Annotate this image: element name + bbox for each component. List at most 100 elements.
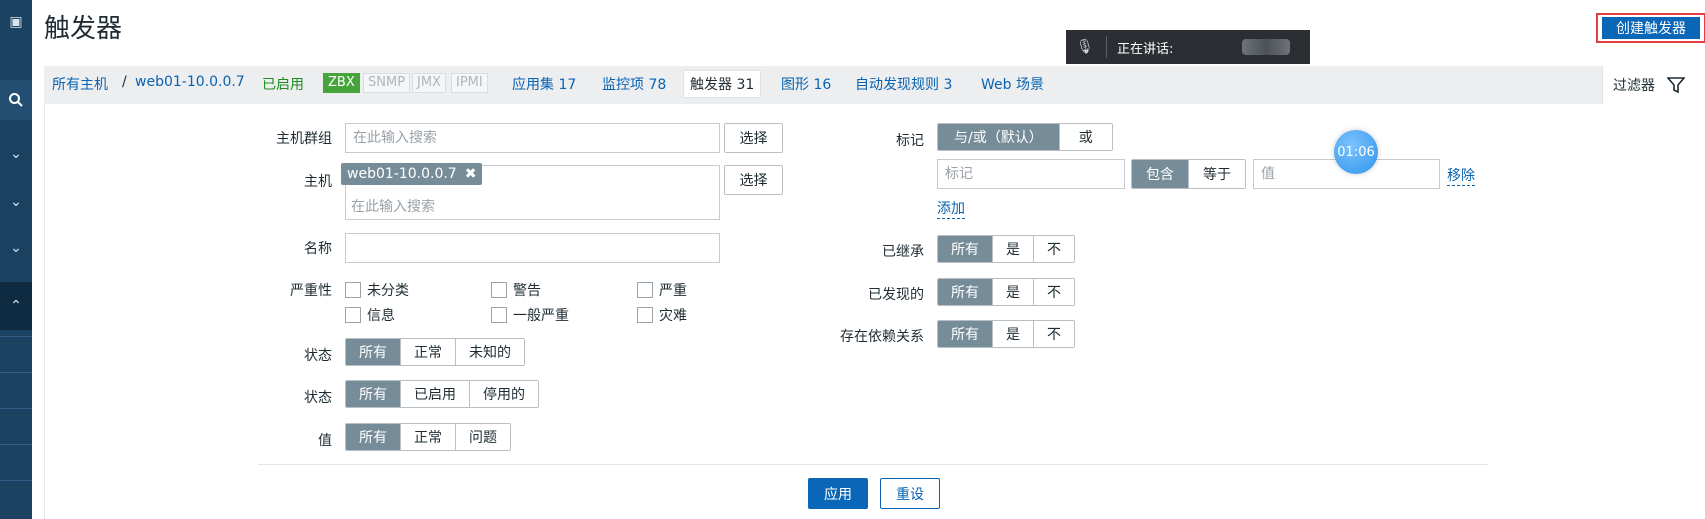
host-group-label: 主机群组 — [276, 131, 332, 147]
tag-match-equals[interactable]: 等于 — [1189, 160, 1245, 188]
host-status[interactable]: 已启用 — [262, 74, 304, 94]
reset-button[interactable]: 重设 — [880, 478, 940, 509]
tab-graphs[interactable]: 图形 16 — [781, 74, 831, 94]
dependencies-option-yes[interactable]: 是 — [993, 321, 1034, 347]
value-label: 值 — [318, 433, 332, 449]
availability-jmx: JMX — [412, 73, 446, 93]
recording-timer: 01:06 — [1334, 130, 1378, 174]
status-option-enabled[interactable]: 已启用 — [401, 381, 470, 407]
tags-operator-and-or[interactable]: 与/或（默认） — [938, 124, 1060, 150]
checkbox-label: 信息 — [367, 308, 395, 324]
tab-discovery-rules[interactable]: 自动发现规则 3 — [855, 74, 952, 94]
divider — [0, 372, 32, 373]
checkbox-label: 灾难 — [659, 308, 687, 324]
host-search-placeholder[interactable]: 在此输入搜索 — [351, 196, 435, 216]
funnel-icon — [1667, 77, 1685, 93]
chevron-down-icon[interactable]: ⌄ — [0, 134, 32, 174]
dependencies-segmented-control: 所有 是 不 — [937, 320, 1075, 348]
status-label: 状态 — [304, 390, 332, 406]
breadcrumb-host[interactable]: web01-10.0.0.7 — [135, 74, 245, 90]
page-title: 触发器 — [44, 14, 123, 44]
tab-filter[interactable]: 过滤器 — [1602, 66, 1705, 104]
value-option-ok[interactable]: 正常 — [401, 424, 456, 450]
dependencies-option-no[interactable]: 不 — [1034, 321, 1074, 347]
discovered-segmented-control: 所有 是 不 — [937, 278, 1075, 306]
inherited-option-no[interactable]: 不 — [1034, 236, 1074, 262]
name-input[interactable] — [345, 233, 720, 263]
checkbox[interactable] — [491, 307, 507, 323]
discovered-option-yes[interactable]: 是 — [993, 279, 1034, 305]
breadcrumb-all-hosts[interactable]: 所有主机 — [52, 74, 108, 94]
tag-add-link[interactable]: 添加 — [937, 198, 965, 219]
discovered-option-all[interactable]: 所有 — [938, 279, 993, 305]
inherited-segmented-control: 所有 是 不 — [937, 235, 1075, 263]
host-select-button[interactable]: 选择 — [724, 165, 783, 195]
severity-disaster[interactable]: 灾难 — [637, 305, 687, 325]
state-option-all[interactable]: 所有 — [346, 339, 401, 365]
inherited-option-yes[interactable]: 是 — [993, 236, 1034, 262]
checkbox-label: 未分类 — [367, 283, 409, 299]
name-label: 名称 — [304, 241, 332, 257]
severity-warning[interactable]: 警告 — [491, 280, 541, 300]
tag-name-input[interactable] — [937, 159, 1125, 189]
microphone-icon: 🎙 — [1076, 39, 1094, 55]
value-option-all[interactable]: 所有 — [346, 424, 401, 450]
tab-items[interactable]: 监控项 78 — [602, 74, 666, 94]
severity-high[interactable]: 严重 — [637, 280, 687, 300]
state-option-normal[interactable]: 正常 — [401, 339, 456, 365]
state-label: 状态 — [304, 348, 332, 364]
dependencies-option-all[interactable]: 所有 — [938, 321, 993, 347]
chevron-down-icon[interactable]: ⌄ — [0, 228, 32, 268]
blurred-name — [1242, 39, 1290, 55]
inherited-option-all[interactable]: 所有 — [938, 236, 993, 262]
tab-triggers[interactable]: 触发器 31 — [683, 70, 762, 98]
search-icon[interactable] — [0, 80, 32, 120]
availability-ipmi: IPMI — [451, 73, 488, 93]
status-segmented-control: 所有 已启用 停用的 — [345, 380, 539, 408]
checkbox[interactable] — [637, 282, 653, 298]
status-option-all[interactable]: 所有 — [346, 381, 401, 407]
availability-snmp: SNMP — [363, 73, 411, 93]
checkbox[interactable] — [637, 307, 653, 323]
create-trigger-button[interactable]: 创建触发器 — [1602, 17, 1700, 39]
divider — [1106, 36, 1107, 58]
filter-divider — [258, 464, 1488, 465]
speaking-label: 正在讲话: — [1117, 41, 1174, 57]
state-segmented-control: 所有 正常 未知的 — [345, 338, 525, 366]
tab-applications[interactable]: 应用集 17 — [512, 74, 576, 94]
divider — [0, 444, 32, 445]
value-option-problem[interactable]: 问题 — [456, 424, 510, 450]
severity-average[interactable]: 一般严重 — [491, 305, 569, 325]
checkbox-label: 严重 — [659, 283, 687, 299]
dependencies-label: 存在依赖关系 — [840, 329, 924, 345]
tag-remove-link[interactable]: 移除 — [1447, 165, 1475, 186]
apply-button[interactable]: 应用 — [808, 478, 868, 509]
host-group-input[interactable] — [345, 123, 720, 153]
checkbox[interactable] — [345, 307, 361, 323]
chevron-down-icon[interactable]: ⌄ — [0, 182, 32, 222]
left-sidebar: ▣ ⌄ ⌄ ⌄ ⌃ — [0, 0, 32, 519]
divider — [0, 408, 32, 409]
host-label: 主机 — [304, 174, 332, 190]
tags-operator-or[interactable]: 或 — [1059, 124, 1112, 150]
tag-match-contains[interactable]: 包含 — [1132, 160, 1189, 188]
severity-label: 严重性 — [290, 283, 332, 299]
breadcrumb-separator: / — [122, 74, 127, 90]
chevron-up-icon[interactable]: ⌃ — [0, 282, 32, 330]
discovered-option-no[interactable]: 不 — [1034, 279, 1074, 305]
checkbox-label: 一般严重 — [513, 308, 569, 324]
collapse-icon[interactable]: ▣ — [0, 2, 32, 42]
status-option-disabled[interactable]: 停用的 — [470, 381, 538, 407]
state-option-unknown[interactable]: 未知的 — [456, 339, 524, 365]
host-chip-label: web01-10.0.0.7 — [347, 166, 457, 182]
severity-not-classified[interactable]: 未分类 — [345, 280, 409, 300]
host-group-select-button[interactable]: 选择 — [724, 123, 783, 153]
divider — [0, 336, 32, 337]
tab-web-scenarios[interactable]: Web 场景 — [981, 74, 1044, 94]
checkbox[interactable] — [491, 282, 507, 298]
checkbox[interactable] — [345, 282, 361, 298]
host-chip: web01-10.0.0.7 ✖ — [341, 163, 483, 185]
severity-information[interactable]: 信息 — [345, 305, 395, 325]
remove-chip-icon[interactable]: ✖ — [465, 166, 477, 182]
inherited-label: 已继承 — [882, 244, 924, 260]
